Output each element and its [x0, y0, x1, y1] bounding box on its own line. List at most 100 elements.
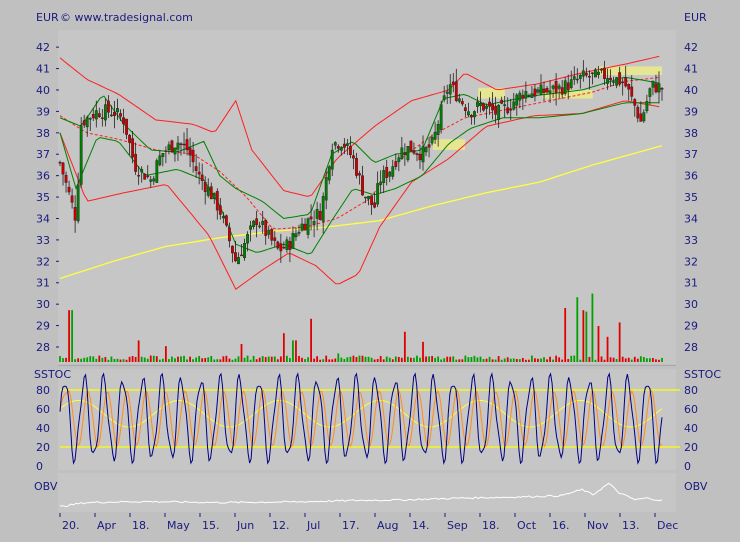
y-tick-label-right: 38 — [684, 127, 698, 140]
volume-bar — [591, 293, 594, 362]
volume-bar — [186, 359, 188, 362]
y-tick-label-right: 36 — [684, 170, 698, 183]
candle-body — [385, 166, 389, 178]
y-tick-label-right: 32 — [684, 255, 698, 268]
volume-bar — [364, 356, 367, 362]
candle-body — [445, 91, 449, 94]
candle-body — [603, 67, 606, 79]
volume-bar — [158, 359, 161, 362]
stoch-tick-label-left: 80 — [36, 384, 50, 397]
volume-bar — [98, 355, 101, 362]
candle-body — [463, 107, 467, 112]
y-tick-label-right: 40 — [684, 84, 698, 97]
volume-bar — [512, 358, 515, 362]
x-tick-label: 17. — [342, 519, 360, 532]
candle-body — [64, 174, 68, 183]
candle-body — [149, 179, 153, 182]
volume-bar — [207, 357, 210, 362]
stoch-tick-label-left: 60 — [36, 403, 50, 416]
candle-body — [173, 147, 177, 155]
candle-body — [581, 70, 585, 77]
volume-bar — [422, 341, 424, 362]
candle-body — [439, 104, 443, 130]
stoch-tick-label-left: 0 — [36, 460, 43, 473]
volume-bar — [561, 359, 564, 362]
volume-bar — [201, 358, 204, 362]
candle-body — [370, 195, 373, 205]
volume-bar — [183, 355, 185, 362]
candle-body — [412, 150, 416, 154]
y-tick-label-right: 34 — [684, 212, 698, 225]
volume-bar — [86, 357, 89, 362]
candle-body — [584, 73, 588, 76]
candle-body — [457, 98, 461, 102]
candle-body — [131, 138, 135, 158]
volume-bar — [570, 355, 573, 362]
candle-body — [548, 90, 552, 94]
volume-bar — [615, 359, 618, 362]
candle-body — [473, 111, 476, 118]
volume-bar — [192, 359, 195, 362]
candle-body — [82, 120, 86, 126]
candle-body — [303, 223, 307, 231]
candle-body — [479, 103, 482, 106]
y-tick-label-right: 30 — [684, 298, 698, 311]
volume-bar — [240, 344, 243, 362]
volume-bar — [413, 357, 415, 362]
y-tick-label-left: 30 — [36, 298, 50, 311]
candle-body — [415, 153, 419, 155]
volume-bar — [391, 359, 394, 362]
y-tick-label-right: 37 — [684, 148, 698, 161]
y-tick-label-left: 38 — [36, 127, 50, 140]
candle-body — [512, 101, 516, 110]
volume-bar — [555, 355, 558, 362]
volume-bar — [546, 359, 548, 362]
volume-bar — [279, 356, 282, 362]
volume-bar — [146, 358, 149, 362]
volume-bar — [367, 356, 370, 362]
volume-bar — [319, 359, 322, 362]
x-tick-label: Nov — [587, 519, 609, 532]
candle-body — [448, 84, 452, 95]
volume-bar — [328, 359, 331, 362]
volume-bar — [461, 359, 464, 362]
volume-bar — [313, 358, 316, 362]
volume-bar — [195, 357, 198, 362]
volume-bar — [521, 357, 524, 362]
candle-body — [209, 186, 213, 200]
volume-bar — [582, 310, 585, 362]
candle-body — [224, 215, 228, 226]
candle-body — [312, 221, 316, 225]
candle-body — [494, 105, 498, 115]
volume-bar — [307, 357, 309, 362]
candle-body — [231, 245, 234, 254]
volume-bar — [164, 346, 167, 362]
volume-bar — [122, 359, 125, 362]
volume-bar — [316, 356, 319, 362]
candle-body — [116, 108, 119, 113]
candle-body — [170, 140, 174, 153]
candle-body — [427, 144, 431, 148]
candle-body — [191, 149, 195, 163]
candle-body — [648, 88, 652, 97]
volume-bar — [264, 357, 267, 362]
volume-bar — [449, 356, 452, 362]
chart-canvas: EUR © www.tradesignal.com EUR 28 28 29 29 30… — [34, 11, 721, 532]
volume-bar — [434, 357, 437, 362]
volume-bar — [534, 358, 536, 362]
candle-body — [215, 191, 219, 211]
volume-bar — [301, 357, 303, 362]
candle-body — [451, 81, 455, 85]
candle-body — [321, 196, 325, 222]
volume-bar — [292, 340, 294, 362]
candle-body — [491, 103, 494, 111]
candle-body — [418, 153, 422, 161]
volume-bar — [403, 331, 406, 362]
volume-bar — [334, 358, 337, 362]
obv-label-right: OBV — [684, 480, 708, 493]
y-tick-label-left: 29 — [36, 320, 50, 333]
candle-body — [264, 220, 268, 236]
volume-bar — [549, 356, 551, 362]
volume-bar — [295, 340, 297, 362]
volume-bar — [198, 355, 201, 362]
